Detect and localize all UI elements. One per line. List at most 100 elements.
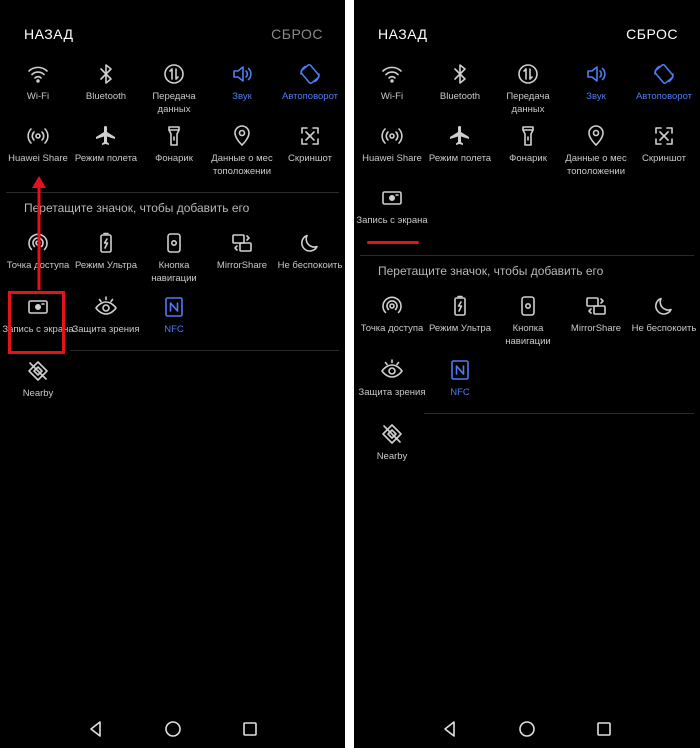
quick-setting-tile[interactable]: Не беспокоить xyxy=(630,294,698,358)
recents-square-icon[interactable] xyxy=(240,719,260,739)
quick-setting-tile[interactable]: Точка доступа xyxy=(358,294,426,358)
recents-square-icon[interactable] xyxy=(594,719,614,739)
tile-label: Защита зрения xyxy=(72,324,140,335)
tile-row: Nearby xyxy=(0,359,345,421)
quick-setting-tile[interactable]: Автоповорот xyxy=(276,62,344,126)
eye-icon xyxy=(380,358,404,382)
quick-setting-tile[interactable]: Данные о мес тоположении xyxy=(562,124,630,188)
tile-label: Bluetooth xyxy=(439,91,481,102)
tile-label: Не беспокоить xyxy=(631,323,697,334)
quick-setting-tile[interactable]: Nearby xyxy=(358,422,426,486)
hotspot-icon xyxy=(380,294,404,318)
quick-setting-tile[interactable]: Звук xyxy=(208,62,276,126)
tile-label: Nearby xyxy=(376,451,408,462)
mirrorshare-icon xyxy=(584,294,608,318)
tile-label: Фонарик xyxy=(155,153,193,164)
location-icon xyxy=(230,124,254,148)
auto-rotate-icon xyxy=(298,62,322,86)
nfc-icon xyxy=(162,295,186,319)
quick-setting-tile[interactable]: Bluetooth xyxy=(72,62,140,126)
tile-row: Wi-Fi Bluetooth Передача данных Звук Автопов… xyxy=(0,62,345,124)
left-phone-screen: НАЗАД СБРОС Wi-Fi Bluetooth Передача данны… xyxy=(0,0,345,748)
right-phone-screen: НАЗАД СБРОС Wi-Fi Bluetooth Передача данны… xyxy=(354,0,700,748)
tile-label: Передача данных xyxy=(506,91,550,115)
quick-setting-tile[interactable]: Huawei Share xyxy=(358,124,426,188)
tile-label: Фонарик xyxy=(509,153,547,164)
screen-record-icon xyxy=(380,186,404,210)
quick-setting-tile[interactable]: Скриншот xyxy=(276,124,344,188)
wifi-icon xyxy=(26,62,50,86)
tile-row: Запись с экрана xyxy=(354,186,700,248)
home-circle-icon[interactable] xyxy=(163,719,183,739)
quick-setting-tile[interactable]: Режим Ультра xyxy=(426,294,494,358)
nav-button-icon xyxy=(162,231,186,255)
tile-label: Wi-Fi xyxy=(380,91,404,102)
home-circle-icon[interactable] xyxy=(517,719,537,739)
highlight-box xyxy=(8,291,65,354)
bluetooth-icon xyxy=(448,62,472,86)
tile-label: MirrorShare xyxy=(570,323,622,334)
tile-label: Передача данных xyxy=(152,91,196,115)
drag-hint: Перетащите значок, чтобы добавить его xyxy=(24,201,250,215)
quick-setting-tile[interactable]: MirrorShare xyxy=(208,231,276,295)
screenshot-icon xyxy=(298,124,322,148)
auto-rotate-icon xyxy=(652,62,676,86)
quick-setting-tile[interactable]: Bluetooth xyxy=(426,62,494,126)
quick-setting-tile[interactable]: Кнопка навигации xyxy=(140,231,208,295)
back-triangle-icon[interactable] xyxy=(440,719,460,739)
screenshot-icon xyxy=(652,124,676,148)
quick-setting-tile[interactable]: Режим Ультра xyxy=(72,231,140,295)
quick-setting-tile[interactable]: MirrorShare xyxy=(562,294,630,358)
mobile-data-icon xyxy=(516,62,540,86)
quick-setting-tile[interactable]: Wi-Fi xyxy=(4,62,72,126)
tile-label: Звук xyxy=(232,91,252,102)
ultra-battery-icon xyxy=(448,294,472,318)
wifi-icon xyxy=(380,62,404,86)
drag-hint: Перетащите значок, чтобы добавить его xyxy=(378,264,604,278)
quick-setting-tile[interactable]: Автоповорот xyxy=(630,62,698,126)
huawei-share-icon xyxy=(26,124,50,148)
quick-setting-tile[interactable]: Кнопка навигации xyxy=(494,294,562,358)
back-triangle-icon[interactable] xyxy=(86,719,106,739)
quick-setting-tile[interactable]: Скриншот xyxy=(630,124,698,188)
quick-setting-tile[interactable]: Звук xyxy=(562,62,630,126)
nav-button-icon xyxy=(516,294,540,318)
tile-label: Данные о мес тоположении xyxy=(565,153,627,177)
quick-setting-tile[interactable]: Передача данных xyxy=(494,62,562,126)
moon-icon xyxy=(298,231,322,255)
huawei-share-icon xyxy=(380,124,404,148)
tile-label: MirrorShare xyxy=(216,260,268,271)
eye-icon xyxy=(94,295,118,319)
flashlight-icon xyxy=(162,124,186,148)
tile-label: Запись с экрана xyxy=(356,215,428,226)
tile-row: Защита зрения NFC xyxy=(354,358,700,420)
tile-label: NFC xyxy=(164,324,184,335)
quick-setting-tile[interactable]: Режим полета xyxy=(426,124,494,188)
top-bar: НАЗАД СБРОС xyxy=(354,22,700,48)
nfc-icon xyxy=(448,358,472,382)
divider xyxy=(70,350,339,351)
tile-label: Huawei Share xyxy=(8,153,68,164)
quick-setting-tile[interactable]: Фонарик xyxy=(494,124,562,188)
tile-label: Данные о мес тоположении xyxy=(211,153,273,177)
divider xyxy=(424,413,694,414)
top-bar: НАЗАД СБРОС xyxy=(0,22,345,48)
quick-setting-tile[interactable]: Передача данных xyxy=(140,62,208,126)
back-button[interactable]: НАЗАД xyxy=(24,26,74,42)
tile-label: Автоповорот xyxy=(281,91,339,102)
reset-button[interactable]: СБРОС xyxy=(626,26,678,42)
quick-setting-tile[interactable]: Nearby xyxy=(4,359,72,423)
quick-setting-tile[interactable]: Данные о мес тоположении xyxy=(208,124,276,188)
reset-button[interactable]: СБРОС xyxy=(271,26,323,42)
tile-label: Режим Ультра xyxy=(429,323,491,334)
tile-row: Nearby xyxy=(354,422,700,484)
quick-setting-tile[interactable]: Защита зрения xyxy=(358,358,426,422)
tile-label: Скриншот xyxy=(642,153,686,164)
highlight-underline xyxy=(367,241,419,244)
quick-setting-tile[interactable]: Wi-Fi xyxy=(358,62,426,126)
quick-setting-tile[interactable]: Режим полета xyxy=(72,124,140,188)
back-button[interactable]: НАЗАД xyxy=(378,26,428,42)
drag-arrow-icon xyxy=(32,176,46,290)
quick-setting-tile[interactable]: Не беспокоить xyxy=(276,231,344,295)
quick-setting-tile[interactable]: Фонарик xyxy=(140,124,208,188)
